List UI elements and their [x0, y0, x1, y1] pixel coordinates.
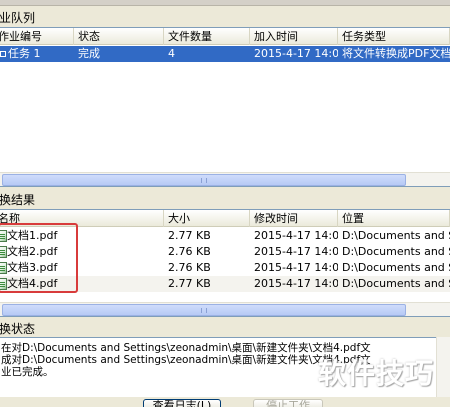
results-cell-size: 2.77 KB	[168, 229, 211, 242]
queue-col-count[interactable]: 文件数量	[164, 28, 250, 45]
results-col-time[interactable]: 修改时间	[250, 210, 338, 227]
status-vscrollbar[interactable]	[436, 337, 450, 397]
results-cell-location: D:\Documents and Settings	[342, 245, 450, 258]
queue-section-title: 业队列	[0, 11, 36, 25]
highlight-box	[0, 223, 78, 293]
queue-hscrollbar[interactable]	[0, 172, 450, 186]
queue-cell-type: 将文件转换成PDF文档	[342, 47, 450, 60]
stop-button[interactable]: 停止工作	[253, 399, 323, 407]
queue-hscroll-thumb[interactable]	[2, 174, 406, 186]
window-top-edge	[0, 0, 450, 6]
queue-list[interactable]: 作业编号 状态 文件数量 加入时间 任务类型 任务 1 完成 4 2015-4-…	[0, 27, 450, 187]
queue-col-status[interactable]: 状态	[74, 28, 164, 45]
results-cell-location: D:\Documents and Settings	[342, 277, 450, 290]
results-section-title: 换结果	[0, 193, 36, 207]
results-cell-size: 2.76 KB	[168, 261, 211, 274]
results-cell-location: D:\Documents and Settings	[342, 229, 450, 242]
queue-row-task1[interactable]: 任务 1 完成 4 2015-4-17 14:0 将文件转换成PDF文档	[0, 46, 450, 62]
results-cell-size: 2.77 KB	[168, 277, 211, 290]
queue-col-type[interactable]: 任务类型	[338, 28, 450, 45]
queue-col-time[interactable]: 加入时间	[250, 28, 338, 45]
view-log-button[interactable]: 查看日志(L)	[143, 399, 221, 407]
queue-cell-time: 2015-4-17 14:0	[254, 47, 338, 60]
results-col-size[interactable]: 大小	[164, 210, 250, 227]
watermark-text: 软件技巧	[318, 357, 435, 390]
queue-cell-status: 完成	[78, 47, 100, 60]
results-cell-time: 2015-4-17 14:00	[254, 277, 338, 290]
queue-cell-count: 4	[168, 47, 175, 60]
results-col-location[interactable]: 位置	[338, 210, 450, 227]
results-cell-size: 2.76 KB	[168, 245, 211, 258]
results-hscrollbar[interactable]	[0, 302, 450, 316]
queue-cell-id: 任务 1	[8, 47, 41, 60]
results-cell-time: 2015-4-17 14:00	[254, 261, 338, 274]
results-cell-time: 2015-4-17 14:00	[254, 229, 338, 242]
queue-header-row: 作业编号 状态 文件数量 加入时间 任务类型	[0, 28, 450, 45]
queue-col-id[interactable]: 作业编号	[0, 28, 74, 45]
status-section-title: 换状态	[0, 322, 36, 336]
results-cell-time: 2015-4-17 14:00	[254, 245, 338, 258]
status-log-line: 成对D:\Documents and Settings\zeonadmin\桌面…	[1, 354, 371, 366]
results-hscroll-thumb[interactable]	[2, 304, 406, 316]
results-cell-location: D:\Documents and Settings	[342, 261, 450, 274]
status-log-line: 业已完成。	[1, 366, 54, 378]
